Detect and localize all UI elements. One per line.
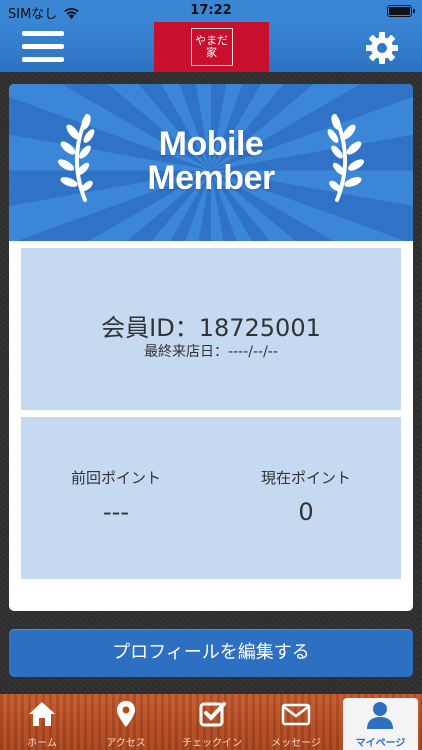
tab-message-label: メッセージ [271,738,321,749]
tab-access-label: アクセス [106,738,146,749]
person-icon [367,702,393,729]
home-icon [29,702,55,726]
previous-points: 前回ポイント --- [21,467,211,526]
status-bar: SIMなし 17:22 [0,0,422,22]
tab-home[interactable]: ホーム [0,694,84,750]
tab-mypage-label: マイページ [355,738,406,749]
points-panel: 前回ポイント --- 現在ポイント 0 [21,417,401,579]
shop-logo: やまだ家 [154,22,269,72]
previous-points-value: --- [103,498,129,526]
checkbox-icon [199,702,226,727]
member-card: Mobile Member 会員ID：18725001 最終来店日：----/-… [9,84,413,611]
tab-access[interactable]: アクセス [84,694,168,750]
hamburger-menu-icon [22,31,64,36]
edit-profile-button[interactable]: プロフィールを編集する [9,629,413,677]
current-points: 現在ポイント 0 [211,467,401,526]
menu-button[interactable] [22,31,64,63]
tab-bar: ホーム アクセス チェックイン メッセージ マイページ [0,694,422,750]
gear-icon[interactable] [364,30,400,66]
battery-icon [387,5,415,17]
member-id-panel: 会員ID：18725001 最終来店日：----/--/-- [21,248,401,410]
laurel-right-icon [327,114,365,202]
current-points-value: 0 [298,498,314,526]
tab-message[interactable]: メッセージ [254,694,338,750]
logo-mark: やまだ家 [190,28,233,66]
map-pin-icon [117,701,135,727]
current-points-label: 現在ポイント [260,469,351,487]
member-id: 会員ID：18725001 [101,314,321,342]
tab-home-label: ホーム [27,738,57,749]
tab-mypage[interactable]: マイページ [343,698,418,750]
clock: 17:22 [190,3,232,18]
tab-checkin[interactable]: チェックイン [170,694,254,750]
last-visit-date: 最終来店日：----/--/-- [144,344,278,360]
member-banner: Mobile Member [9,84,413,241]
mail-icon [281,703,311,726]
tab-checkin-label: チェックイン [182,738,242,749]
app-header: やまだ家 [0,22,422,72]
previous-points-label: 前回ポイント [70,469,161,487]
